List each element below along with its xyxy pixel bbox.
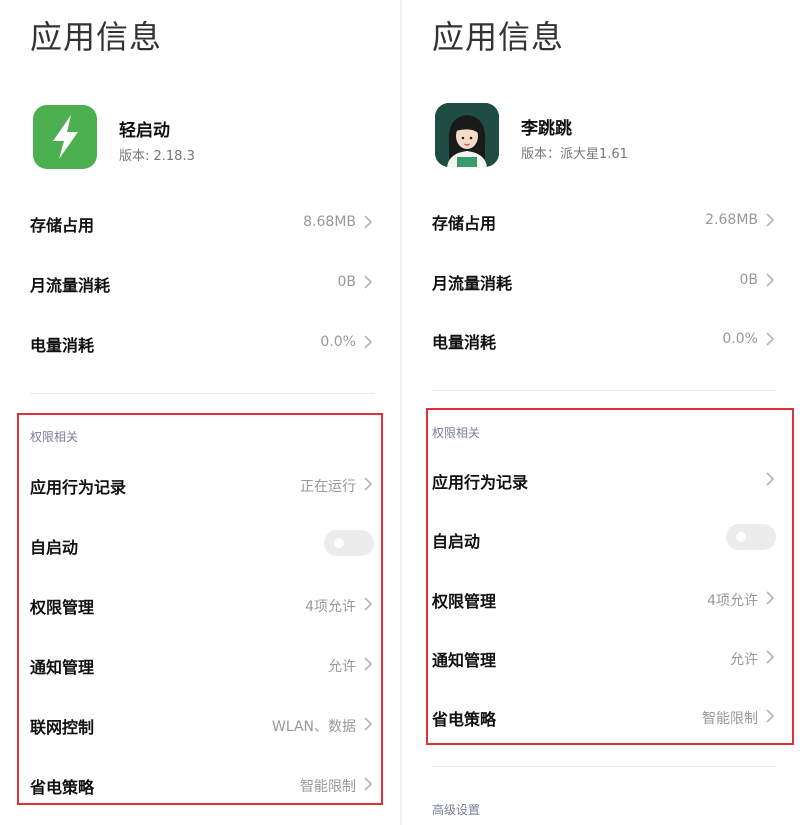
battery-usage-label: 电量消耗	[30, 336, 95, 355]
battery-usage-value: 0.0%	[722, 331, 758, 347]
monthly-traffic-label: 月流量消耗	[30, 276, 111, 295]
app-version: 版本：派大星1.61	[521, 147, 628, 162]
app-version: 版本: 2.18.3	[119, 149, 195, 164]
lightning-bolt-icon	[33, 105, 97, 169]
section-divider	[432, 390, 776, 391]
monthly-traffic-label: 月流量消耗	[432, 274, 513, 293]
storage-usage-value: 8.68MB	[303, 214, 356, 230]
chevron-right-icon	[766, 273, 775, 287]
app-info-panel-left: 应用信息 轻启动 版本: 2.18.3 存储占用 8.68MB 月流量消耗 0B…	[0, 0, 402, 825]
app-name: 李跳跳	[521, 119, 572, 139]
battery-usage-label: 电量消耗	[432, 333, 497, 352]
chevron-right-icon	[364, 275, 373, 289]
app-info-panel-right: 应用信息 李跳跳 版本：派大星1.61 存储占用 2.68MB 月流量消耗 0B…	[402, 0, 804, 825]
permissions-highlight-box	[17, 413, 383, 805]
page-title: 应用信息	[30, 18, 163, 56]
advanced-settings-header: 高级设置	[432, 803, 481, 817]
chevron-right-icon	[766, 332, 775, 346]
battery-usage-value: 0.0%	[320, 334, 356, 350]
storage-usage-label: 存储占用	[432, 214, 497, 233]
chevron-right-icon	[766, 213, 775, 227]
girl-avatar-icon	[435, 103, 499, 167]
chevron-right-icon	[364, 335, 373, 349]
storage-usage-value: 2.68MB	[705, 212, 758, 228]
section-divider	[30, 393, 374, 394]
permissions-highlight-box	[426, 408, 794, 745]
monthly-traffic-value: 0B	[739, 272, 758, 288]
page-title: 应用信息	[432, 18, 565, 56]
monthly-traffic-value: 0B	[337, 274, 356, 290]
chevron-right-icon	[364, 215, 373, 229]
app-name: 轻启动	[119, 121, 170, 141]
section-divider	[432, 766, 776, 767]
storage-usage-label: 存储占用	[30, 216, 95, 235]
